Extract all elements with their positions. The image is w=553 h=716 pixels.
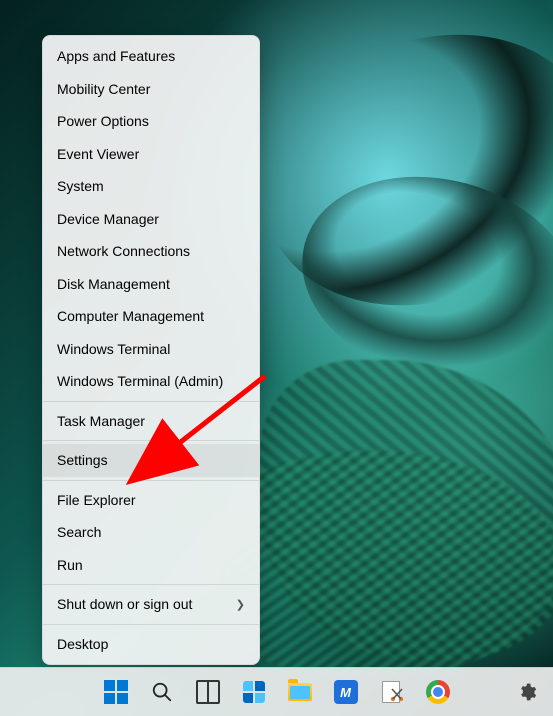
menu-item-computer-management[interactable]: Computer Management	[43, 300, 259, 333]
tray-settings-button[interactable]	[507, 672, 547, 712]
app-tile-letter: M	[340, 685, 351, 700]
menu-item-label: Apps and Features	[57, 48, 175, 64]
task-view-icon	[196, 680, 220, 704]
menu-item-run[interactable]: Run	[43, 549, 259, 582]
file-explorer-button[interactable]	[280, 672, 320, 712]
menu-item-network-connections[interactable]: Network Connections	[43, 235, 259, 268]
menu-separator	[43, 624, 259, 625]
menu-item-shut-down-or-sign-out[interactable]: Shut down or sign out ❯	[43, 588, 259, 621]
menu-item-label: Run	[57, 557, 83, 573]
pinned-app-m-button[interactable]: M	[326, 672, 366, 712]
menu-separator	[43, 480, 259, 481]
menu-item-device-manager[interactable]: Device Manager	[43, 203, 259, 236]
winx-context-menu: Apps and Features Mobility Center Power Op…	[42, 35, 260, 665]
file-explorer-icon	[288, 683, 312, 701]
menu-item-label: Settings	[57, 452, 108, 468]
menu-item-label: Mobility Center	[57, 81, 150, 97]
windows-logo-icon	[104, 680, 128, 704]
menu-item-disk-management[interactable]: Disk Management	[43, 268, 259, 301]
menu-item-task-manager[interactable]: Task Manager	[43, 405, 259, 438]
menu-item-label: Shut down or sign out	[57, 596, 192, 612]
menu-item-label: Windows Terminal	[57, 341, 170, 357]
taskbar: M	[0, 667, 553, 716]
menu-item-event-viewer[interactable]: Event Viewer	[43, 138, 259, 171]
menu-item-system[interactable]: System	[43, 170, 259, 203]
chrome-icon	[426, 680, 450, 704]
menu-item-power-options[interactable]: Power Options	[43, 105, 259, 138]
gear-icon	[517, 682, 537, 702]
menu-item-label: Network Connections	[57, 243, 190, 259]
menu-item-label: File Explorer	[57, 492, 136, 508]
start-button[interactable]	[96, 672, 136, 712]
menu-item-search[interactable]: Search	[43, 516, 259, 549]
menu-separator	[43, 401, 259, 402]
widgets-icon	[243, 681, 265, 703]
menu-item-file-explorer[interactable]: File Explorer	[43, 484, 259, 517]
menu-item-label: Search	[57, 524, 101, 540]
menu-item-label: Windows Terminal (Admin)	[57, 373, 223, 389]
menu-item-settings[interactable]: Settings	[43, 444, 259, 477]
menu-item-apps-and-features[interactable]: Apps and Features	[43, 40, 259, 73]
snipping-tool-button[interactable]	[372, 672, 412, 712]
menu-item-windows-terminal[interactable]: Windows Terminal	[43, 333, 259, 366]
menu-item-windows-terminal-admin[interactable]: Windows Terminal (Admin)	[43, 365, 259, 398]
search-icon	[151, 681, 173, 703]
desktop-wallpaper: Apps and Features Mobility Center Power Op…	[0, 0, 553, 716]
menu-item-label: Device Manager	[57, 211, 159, 227]
menu-item-label: System	[57, 178, 104, 194]
taskbar-search-button[interactable]	[142, 672, 182, 712]
menu-item-label: Event Viewer	[57, 146, 139, 162]
menu-item-label: Task Manager	[57, 413, 145, 429]
menu-item-label: Computer Management	[57, 308, 204, 324]
menu-separator	[43, 584, 259, 585]
menu-item-label: Disk Management	[57, 276, 170, 292]
menu-item-label: Desktop	[57, 636, 108, 652]
menu-item-desktop[interactable]: Desktop	[43, 628, 259, 661]
widgets-button[interactable]	[234, 672, 274, 712]
menu-separator	[43, 440, 259, 441]
app-tile-icon: M	[334, 680, 358, 704]
snipping-tool-icon	[379, 681, 405, 703]
task-view-button[interactable]	[188, 672, 228, 712]
menu-item-mobility-center[interactable]: Mobility Center	[43, 73, 259, 106]
chevron-right-icon: ❯	[236, 598, 245, 611]
menu-item-label: Power Options	[57, 113, 149, 129]
chrome-button[interactable]	[418, 672, 458, 712]
